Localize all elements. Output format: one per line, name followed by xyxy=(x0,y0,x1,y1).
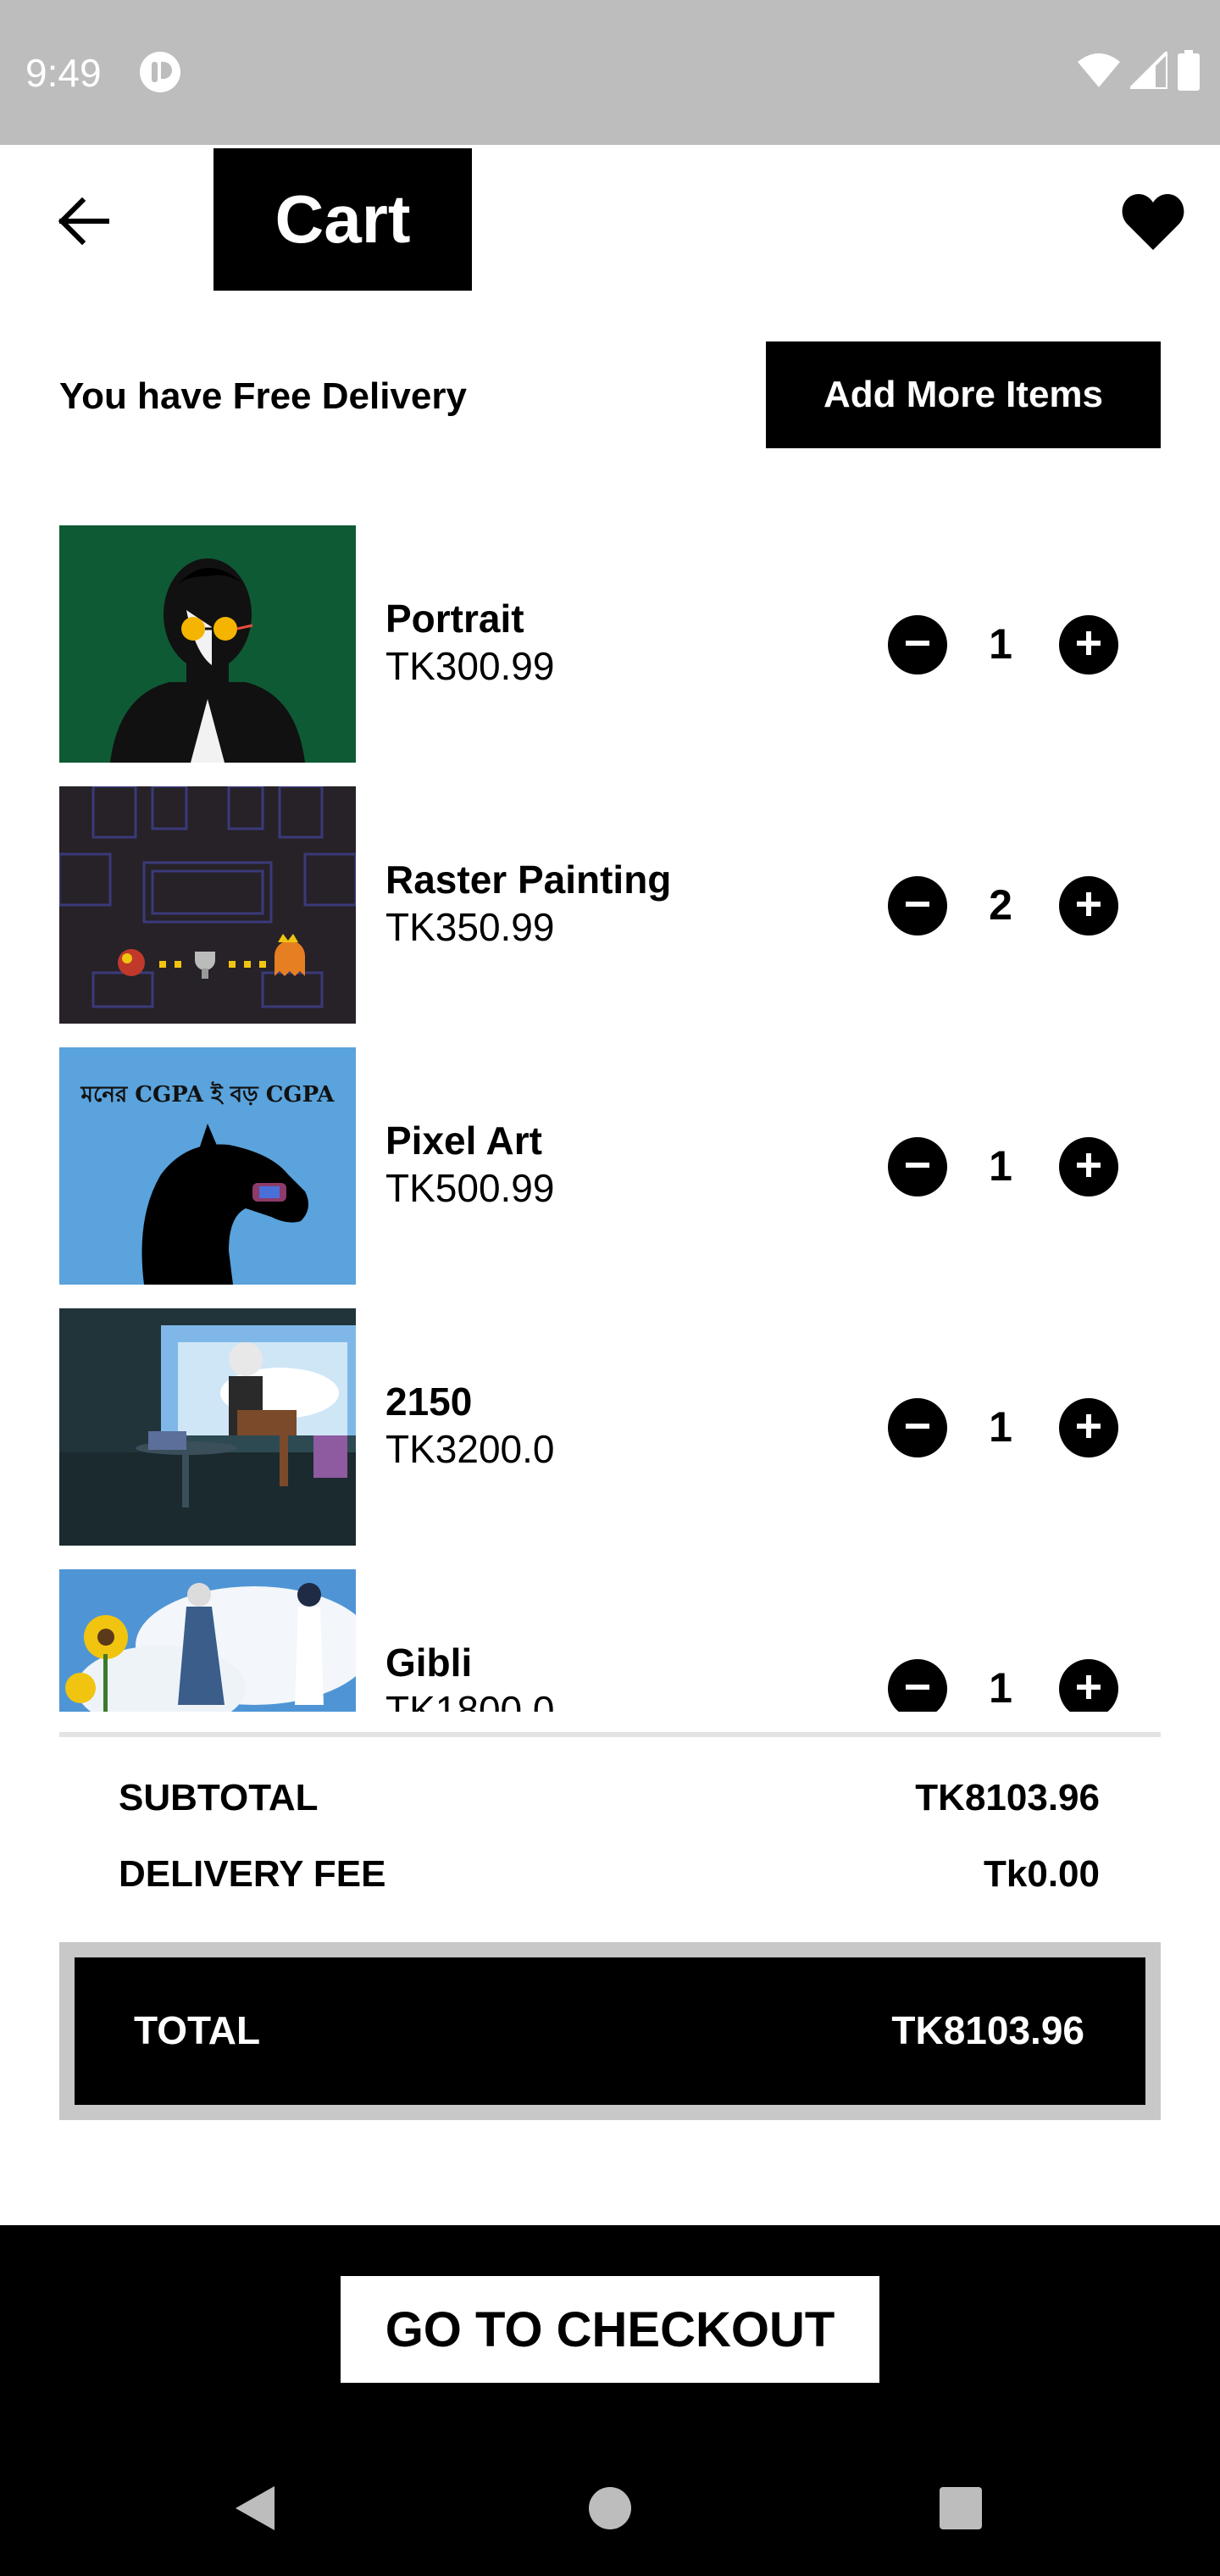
circle-home-icon xyxy=(586,2484,634,2536)
minus-circle-icon xyxy=(901,887,934,925)
arrow-left-icon xyxy=(57,197,110,249)
item-name: Pixel Art xyxy=(385,1119,542,1163)
cart-item-list[interactable]: Portrait TK300.99 1 Raster Painting TK35… xyxy=(0,525,1220,1712)
favorites-button[interactable] xyxy=(1118,189,1188,258)
decrement-button[interactable] xyxy=(888,615,947,675)
total-value: TK8103.96 xyxy=(891,2008,1084,2052)
heart-icon xyxy=(1122,193,1184,254)
decrement-button[interactable] xyxy=(888,1659,947,1712)
app-bar: Cart xyxy=(0,145,1220,296)
cart-item: Gibli TK1800.0 1 xyxy=(0,1569,1220,1712)
item-price: TK500.99 xyxy=(385,1166,555,1210)
plus-circle-icon xyxy=(1072,1670,1106,1708)
item-quantity: 1 xyxy=(989,620,1012,668)
subtotal-label: SUBTOTAL xyxy=(119,1777,319,1818)
increment-button[interactable] xyxy=(1059,615,1118,675)
free-delivery-text: You have Free Delivery xyxy=(59,375,467,417)
system-navigation-bar xyxy=(0,2444,1220,2576)
nav-home-button[interactable] xyxy=(569,2469,651,2551)
nav-back-button[interactable] xyxy=(214,2469,295,2551)
decrement-button[interactable] xyxy=(888,1398,947,1457)
item-price: TK1800.0 xyxy=(385,1688,555,1712)
total-panel: TOTAL TK8103.96 xyxy=(59,1942,1161,2120)
summary-divider xyxy=(59,1732,1161,1737)
item-price: TK300.99 xyxy=(385,644,555,688)
item-name: Raster Painting xyxy=(385,858,672,902)
battery-icon xyxy=(1178,49,1200,95)
decrement-button[interactable] xyxy=(888,876,947,935)
cart-item: মনের CGPA ই বড় CGPA Pixel Art TK500.99 … xyxy=(0,1047,1220,1285)
minus-circle-icon xyxy=(901,1670,934,1708)
item-quantity: 1 xyxy=(989,1403,1012,1451)
cart-item: 2150 TK3200.0 1 xyxy=(0,1308,1220,1546)
pixel-art-caption: মনের CGPA ই বড় CGPA xyxy=(80,1080,336,1108)
plus-circle-icon xyxy=(1072,1409,1106,1447)
item-name: Gibli xyxy=(385,1641,473,1685)
item-name: Portrait xyxy=(385,597,524,641)
wifi-icon xyxy=(1078,53,1120,92)
increment-button[interactable] xyxy=(1059,1398,1118,1457)
increment-button[interactable] xyxy=(1059,876,1118,935)
increment-button[interactable] xyxy=(1059,1137,1118,1196)
subtotal-value: TK8103.96 xyxy=(915,1777,1100,1818)
square-recents-icon xyxy=(938,2485,984,2535)
minus-circle-icon xyxy=(901,1148,934,1186)
cart-item: Portrait TK300.99 1 xyxy=(0,525,1220,763)
minus-circle-icon xyxy=(901,626,934,664)
notification-app-icon xyxy=(139,51,181,93)
minus-circle-icon xyxy=(901,1409,934,1447)
triangle-back-icon xyxy=(230,2483,278,2538)
item-price: TK3200.0 xyxy=(385,1427,555,1471)
add-more-items-button[interactable]: Add More Items xyxy=(766,341,1161,448)
item-quantity: 2 xyxy=(989,881,1012,929)
total-box: TOTAL TK8103.96 xyxy=(75,1957,1145,2105)
item-thumbnail-portrait xyxy=(59,525,356,763)
page-title: Cart xyxy=(214,148,472,291)
status-time: 9:49 xyxy=(25,51,102,95)
delivery-fee-value: Tk0.00 xyxy=(984,1853,1100,1895)
item-thumbnail-2150 xyxy=(59,1308,356,1546)
checkout-bar: GO TO CHECKOUT xyxy=(0,2225,1220,2444)
checkout-button[interactable]: GO TO CHECKOUT xyxy=(341,2276,879,2383)
total-label: TOTAL xyxy=(134,2008,261,2052)
nav-recents-button[interactable] xyxy=(920,2469,1001,2551)
plus-circle-icon xyxy=(1072,1148,1106,1186)
item-thumbnail-gibli xyxy=(59,1569,356,1712)
cart-item: Raster Painting TK350.99 2 xyxy=(0,786,1220,1024)
increment-button[interactable] xyxy=(1059,1659,1118,1712)
item-quantity: 1 xyxy=(989,1142,1012,1190)
item-name: 2150 xyxy=(385,1380,473,1424)
status-bar: 9:49 xyxy=(0,0,1220,145)
item-thumbnail-raster-painting xyxy=(59,786,356,1024)
item-price: TK350.99 xyxy=(385,905,555,949)
delivery-fee-label: DELIVERY FEE xyxy=(119,1853,386,1895)
signal-icon xyxy=(1126,47,1169,93)
decrement-button[interactable] xyxy=(888,1137,947,1196)
status-icons xyxy=(1078,47,1200,95)
plus-circle-icon xyxy=(1072,626,1106,664)
item-thumbnail-pixel-art: মনের CGPA ই বড় CGPA xyxy=(59,1047,356,1285)
plus-circle-icon xyxy=(1072,887,1106,925)
back-button[interactable] xyxy=(49,189,117,257)
item-quantity: 1 xyxy=(989,1664,1012,1712)
